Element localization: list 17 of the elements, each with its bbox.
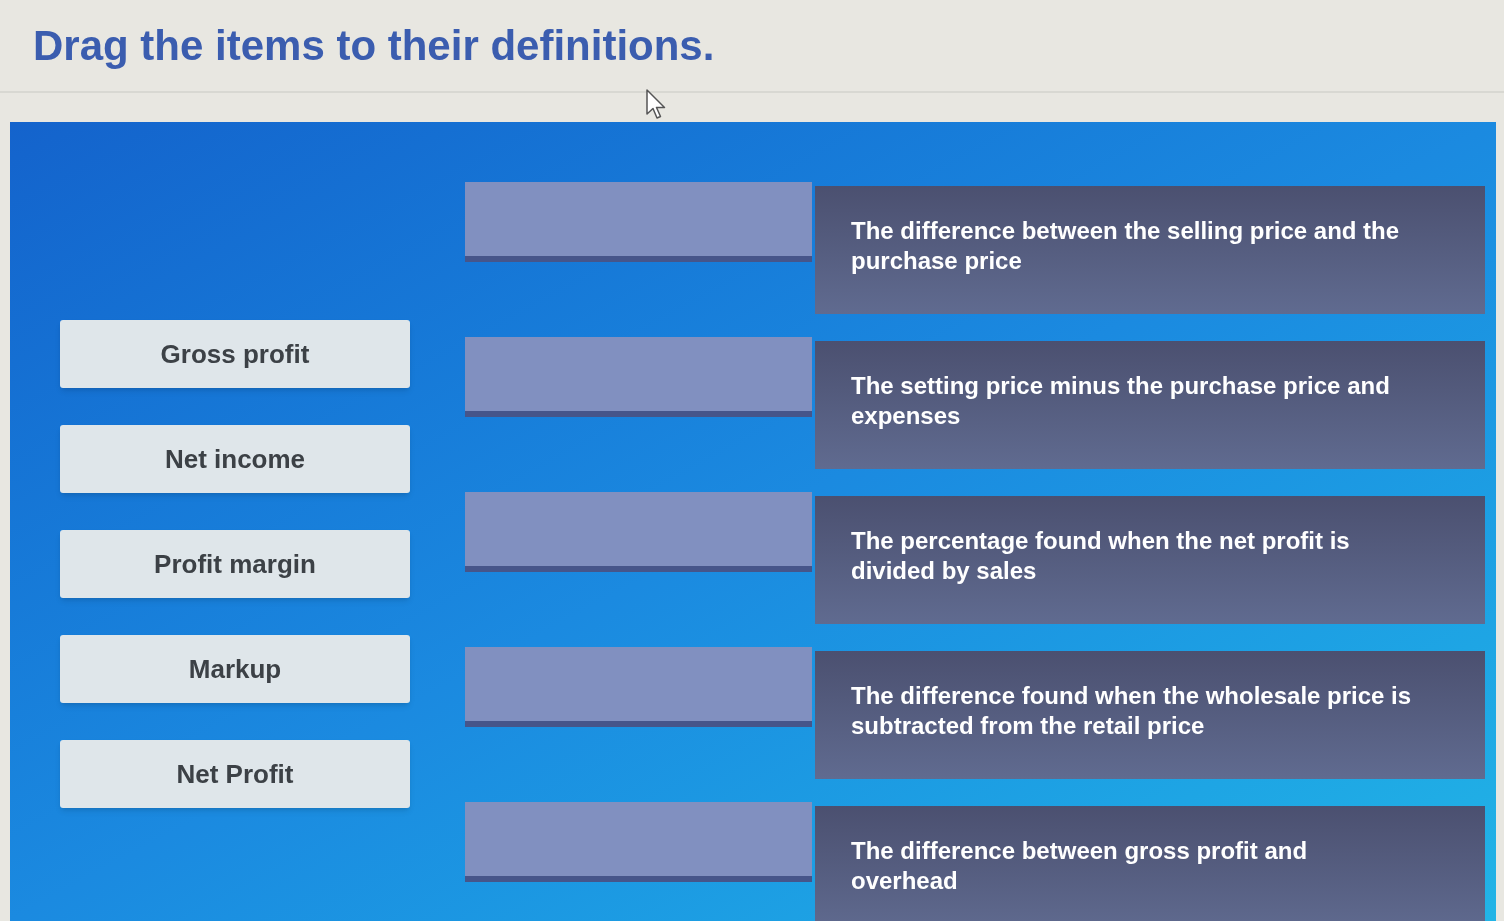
definition-text: The difference found when the wholesale price is subtracted from the retail price xyxy=(851,681,1413,741)
drag-item[interactable]: Gross profit xyxy=(60,320,410,388)
drag-item[interactable]: Profit margin xyxy=(60,530,410,598)
definition-text: The difference between gross profit and overhead xyxy=(851,836,1309,896)
drop-slot[interactable] xyxy=(465,182,812,262)
definition-text: The setting price minus the purchase price and expenses xyxy=(851,371,1391,431)
drag-item[interactable]: Markup xyxy=(60,635,410,703)
definition-text: The percentage found when the net profit is divided by sales xyxy=(851,526,1351,586)
definition-text: The difference between the selling price and the purchase price xyxy=(851,216,1401,276)
drop-slot[interactable] xyxy=(465,647,812,727)
drop-slot[interactable] xyxy=(465,802,812,882)
drag-item[interactable]: Net Profit xyxy=(60,740,410,808)
drop-slot[interactable] xyxy=(465,492,812,572)
instruction-heading: Drag the items to their definitions. xyxy=(33,24,715,67)
mouse-pointer-icon xyxy=(646,89,666,120)
drag-item[interactable]: Net income xyxy=(60,425,410,493)
drop-slot[interactable] xyxy=(465,337,812,417)
